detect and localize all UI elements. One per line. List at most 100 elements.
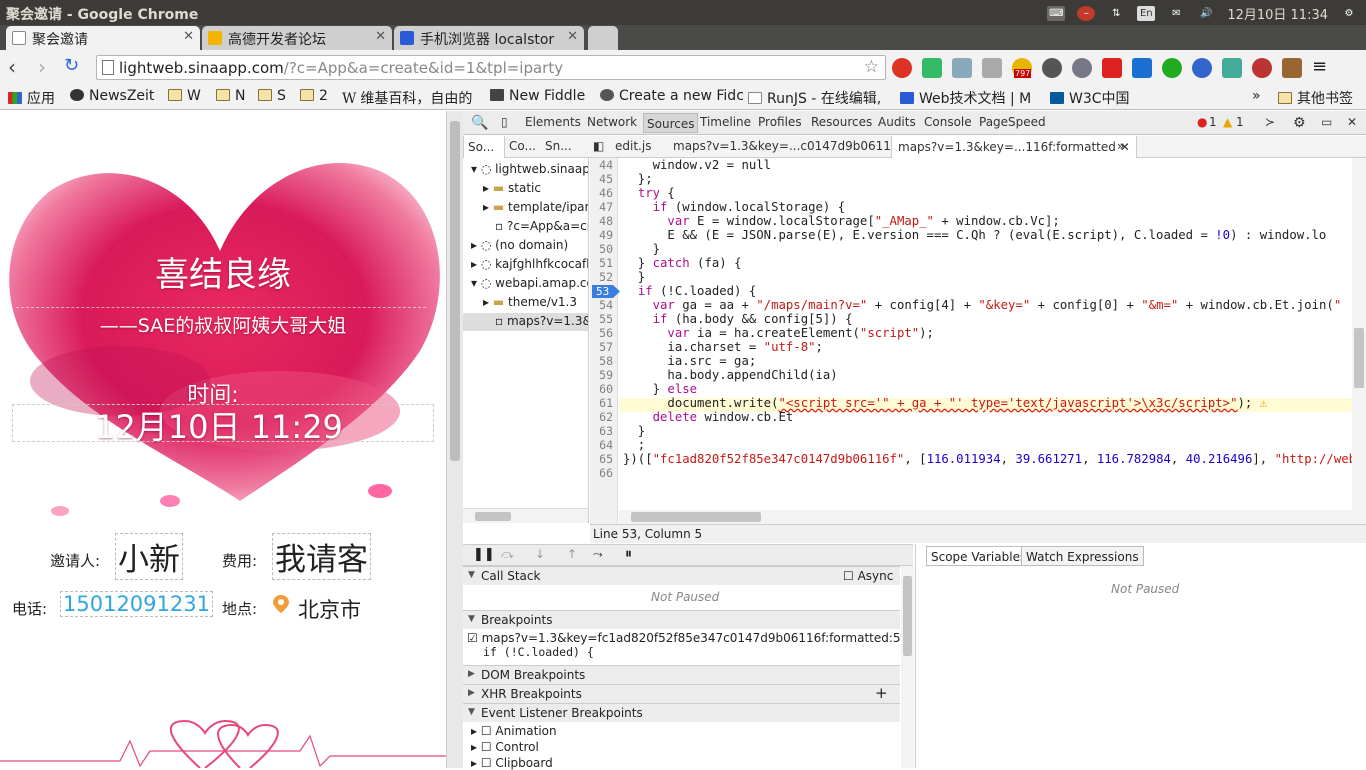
no-entry-icon[interactable]: – <box>1077 6 1096 21</box>
tab-elements[interactable]: Elements <box>525 115 581 129</box>
error-count[interactable]: 1 <box>1209 115 1217 129</box>
tree-node[interactable]: ▸ ◌ (no domain) <box>471 238 568 252</box>
bookmark-newszeit[interactable]: NewsZeit <box>70 88 154 104</box>
breakpoints-header[interactable]: ▼ Breakpoints <box>463 610 900 629</box>
fe-icon[interactable] <box>1102 58 1122 78</box>
dock-icon[interactable]: ▭ <box>1321 115 1332 129</box>
warning-count[interactable]: 1 <box>1236 115 1244 129</box>
tab-timeline[interactable]: Timeline <box>700 115 751 129</box>
device-icon[interactable]: ▯ <box>501 115 508 129</box>
adblock-icon[interactable] <box>892 58 912 78</box>
tab-console[interactable]: Console <box>924 115 972 129</box>
event-animation[interactable]: ▸ ☐ Animation <box>471 724 557 738</box>
star-icon[interactable]: ☆ <box>864 57 879 77</box>
pause-icon[interactable]: ❚❚ <box>473 547 495 562</box>
bookmark-new-fiddle[interactable]: New Fiddle <box>490 88 585 104</box>
tab-network[interactable]: Network <box>587 115 637 129</box>
async-checkbox[interactable]: ☐ Async <box>843 569 893 583</box>
wave-icon[interactable] <box>1132 58 1152 78</box>
tree-node[interactable]: ▫ ?c=App&a=cre <box>495 219 588 233</box>
tab-amap-forum[interactable]: 高德开发者论坛 ✕ <box>202 26 392 50</box>
scrollbar-thumb[interactable] <box>450 121 460 461</box>
window-icon[interactable] <box>952 58 972 78</box>
close-icon[interactable]: ✕ <box>183 29 194 44</box>
close-icon[interactable]: ✕ <box>1347 115 1357 129</box>
line-number[interactable]: 66 <box>590 466 613 480</box>
line-number[interactable]: 49 <box>590 228 613 242</box>
tree-node-selected[interactable]: ▫ maps?v=1.3&k <box>463 313 588 331</box>
breakpoint-marker[interactable]: 53 <box>592 285 620 298</box>
line-number[interactable]: 64 <box>590 438 613 452</box>
tab-resources[interactable]: Resources <box>811 115 872 129</box>
warning-icon[interactable]: ▲ <box>1223 115 1232 129</box>
scrollbar-thumb[interactable] <box>1354 328 1364 388</box>
close-icon[interactable]: ✕ <box>567 29 578 44</box>
earth-icon[interactable] <box>1192 58 1212 78</box>
file-tab-edit-js[interactable]: edit.js <box>615 139 651 153</box>
file-tab-maps[interactable]: maps?v=1.3&key=...c0147d9b06116f <box>673 139 903 153</box>
toggle-navigator-icon[interactable]: ◧ <box>593 139 604 153</box>
tab-snippets[interactable]: Sn... <box>545 139 572 153</box>
step-into-icon[interactable]: ↓ <box>535 547 545 561</box>
sidebar-scrollbar[interactable] <box>901 566 914 768</box>
page-scrollbar[interactable] <box>446 111 463 768</box>
line-number[interactable]: 56 <box>590 326 613 340</box>
clock[interactable]: 12月10日 11:34 <box>1227 4 1328 23</box>
line-number[interactable]: 54 <box>590 298 613 312</box>
bookmark-wikipedia[interactable]: W 维基百科，自由的 <box>342 88 472 108</box>
tree-node[interactable]: ▸ ▬ template/ipar <box>483 200 588 214</box>
line-number[interactable]: 44 <box>590 158 613 172</box>
dom-breakpoints-header[interactable]: ▶ DOM Breakpoints <box>463 665 900 684</box>
line-number[interactable]: 60 <box>590 382 613 396</box>
phone-link[interactable]: 15012091231 <box>60 591 213 617</box>
forward-icon[interactable]: › <box>38 55 46 79</box>
network-icon[interactable]: ⇅ <box>1107 6 1125 21</box>
flag-icon[interactable] <box>1252 58 1272 78</box>
nav-hscrollbar[interactable] <box>463 508 588 523</box>
line-number[interactable]: 48 <box>590 214 613 228</box>
mail-icon[interactable]: ✉ <box>1167 6 1185 21</box>
event-breakpoints-header[interactable]: ▼ Event Listener Breakpoints <box>463 703 900 722</box>
call-stack-header[interactable]: ▼ Call Stack ☐ Async <box>463 566 900 585</box>
editor-vscrollbar[interactable] <box>1352 158 1366 510</box>
place-value[interactable]: 北京市 <box>298 594 361 624</box>
step-over-icon[interactable]: ⤼ <box>501 547 514 562</box>
bookmark-folder-2[interactable]: 2 <box>300 88 328 104</box>
fee-value[interactable]: 我请客 <box>272 533 371 580</box>
address-bar[interactable]: lightweb.sinaapp.com/?c=App&a=create&id=… <box>96 55 886 80</box>
drawer-icon[interactable]: ≻ <box>1265 115 1275 129</box>
folder-ext-icon[interactable] <box>1222 58 1242 78</box>
menu-icon[interactable]: ≡ <box>1312 58 1332 78</box>
scrollbar-thumb[interactable] <box>903 576 912 656</box>
close-icon[interactable]: ✕ <box>375 29 386 44</box>
volume-icon[interactable]: 🔊 <box>1197 6 1215 21</box>
tab-scope-variables[interactable]: Scope Variables <box>926 546 1032 566</box>
line-number[interactable]: 62 <box>590 410 613 424</box>
tab-sources[interactable]: Sources <box>643 113 699 133</box>
bookmark-create-fiddle[interactable]: Create a new Fidc <box>600 88 744 104</box>
scrollbar-thumb[interactable] <box>631 512 761 522</box>
more-tabs-icon[interactable]: » <box>1117 139 1124 153</box>
error-icon[interactable]: ● <box>1197 115 1207 129</box>
xhr-breakpoints-header[interactable]: ▶ XHR Breakpoints + <box>463 684 900 703</box>
line-number[interactable]: 57 <box>590 340 613 354</box>
tab-profiles[interactable]: Profiles <box>758 115 802 129</box>
tab-mobile-browser[interactable]: 手机浏览器 localstor ✕ <box>394 26 584 50</box>
scrollbar-thumb[interactable] <box>475 512 511 521</box>
globe-icon[interactable] <box>1072 58 1092 78</box>
line-number[interactable]: 45 <box>590 172 613 186</box>
file-tab-maps-formatted[interactable]: maps?v=1.3&key=...116f:formatted ✕ <box>891 136 1137 158</box>
eyedropper-icon[interactable] <box>922 58 942 78</box>
bookmark-w3c[interactable]: W3C中国 <box>1050 88 1130 108</box>
tree-node[interactable]: ▸ ▬ theme/v1.3 <box>483 295 577 309</box>
gear-icon[interactable]: ⚙ <box>1340 6 1358 21</box>
line-number[interactable]: 52 <box>590 270 613 284</box>
tree-node[interactable]: ▸ ◌ kajfghlhfkcocafk <box>471 257 588 271</box>
mail-icon[interactable] <box>982 58 1002 78</box>
bookmarks-overflow-icon[interactable]: » <box>1252 88 1261 104</box>
step-out-icon[interactable]: ↑ <box>567 547 577 561</box>
inviter-value[interactable]: 小新 <box>115 533 183 580</box>
line-number[interactable]: 59 <box>590 368 613 382</box>
bookmark-folder-s[interactable]: S <box>258 88 286 104</box>
keyboard-icon[interactable]: ⌨ <box>1047 6 1066 21</box>
